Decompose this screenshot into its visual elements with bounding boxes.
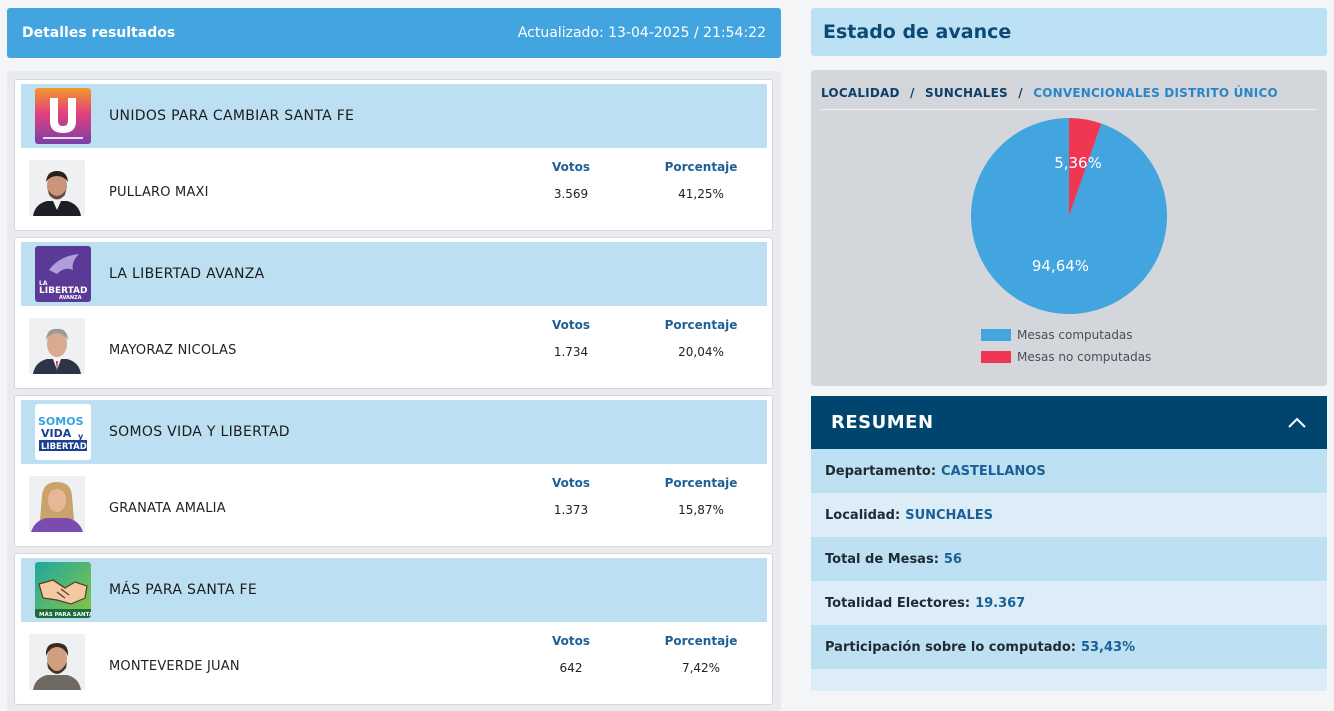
resumen-row-departamento: Departamento: CASTELLANOS: [811, 449, 1327, 493]
party-card: SOMOS VIDA y LIBERTAD SOMOS VIDA Y LIBER…: [14, 395, 773, 547]
candidate-row: PULLARO MAXI Votos Porcentaje 3.569 41,2…: [21, 152, 767, 228]
resumen-row-total-mesas: Total de Mesas: 56: [811, 537, 1327, 581]
legend-item-computadas: Mesas computadas: [981, 324, 1151, 346]
party-logo: SOMOS VIDA y LIBERTAD: [35, 404, 91, 460]
resumen-label: Participación sobre lo computado:: [825, 639, 1076, 655]
votos-value: 642: [559, 661, 583, 675]
breadcrumb-separator: /: [910, 86, 915, 100]
porcentaje-value: 15,87%: [678, 503, 724, 517]
resumen-label: Departamento:: [825, 463, 937, 479]
svg-text:y: y: [78, 432, 84, 441]
breadcrumb-current[interactable]: CONVENCIONALES DISTRITO ÚNICO: [1033, 86, 1278, 100]
candidate-name: MONTEVERDE JUAN: [109, 659, 240, 674]
party-logo: LA LIBERTAD AVANZA: [35, 246, 91, 302]
breadcrumb-separator: /: [1018, 86, 1023, 100]
pie-label-no-computadas: 5,36%: [1054, 154, 1102, 172]
resumen-value: SUNCHALES: [905, 507, 994, 523]
party-logo: MÁS PARA SANTA FE: [35, 562, 91, 618]
resumen-label: Localidad:: [825, 507, 901, 523]
resumen-row-empty: [811, 669, 1327, 691]
resumen-label: Totalidad Electores:: [825, 595, 971, 611]
results-list[interactable]: UNIDOS PARA CAMBIAR SANTA FE PULLARO MAX…: [7, 71, 781, 711]
candidate-photo: [29, 160, 85, 216]
pie-label-computadas: 94,64%: [1032, 257, 1089, 275]
party-name: MÁS PARA SANTA FE: [109, 582, 257, 598]
status-section: Estado de avance LOCALIDAD / SUNCHALES /…: [811, 8, 1327, 702]
votos-value: 3.569: [553, 187, 589, 201]
resumen-label: Total de Mesas:: [825, 551, 939, 567]
legend-swatch-computadas: [981, 329, 1011, 341]
svg-text:MÁS PARA SANTA FE: MÁS PARA SANTA FE: [39, 611, 91, 618]
results-title: Detalles resultados: [22, 25, 176, 41]
resumen-value: 53,43%: [1080, 639, 1136, 655]
porcentaje-label: Porcentaje: [664, 318, 738, 332]
party-logo: [35, 88, 91, 144]
candidate-row: MAYORAZ NICOLAS Votos Porcentaje 1.734 2…: [21, 310, 767, 386]
votos-label: Votos: [552, 634, 590, 648]
party-header: SOMOS VIDA y LIBERTAD SOMOS VIDA Y LIBER…: [21, 400, 767, 464]
unidos-logo-icon: [43, 98, 83, 139]
votos-label: Votos: [552, 160, 590, 174]
legend-swatch-no-computadas: [981, 351, 1011, 363]
resumen-value: 56: [943, 551, 962, 567]
candidate-row: GRANATA AMALIA Votos Porcentaje 1.373 15…: [21, 468, 767, 544]
updated-timestamp: Actualizado: 13-04-2025 / 21:54:22: [517, 25, 766, 41]
party-card: UNIDOS PARA CAMBIAR SANTA FE PULLARO MAX…: [14, 79, 773, 231]
results-header: Detalles resultados Actualizado: 13-04-2…: [7, 8, 781, 58]
resumen-value: 19.367: [975, 595, 1026, 611]
resumen-row-participacion: Participación sobre lo computado: 53,43%: [811, 625, 1327, 669]
resumen-row-electores: Totalidad Electores: 19.367: [811, 581, 1327, 625]
porcentaje-value: 20,04%: [678, 345, 724, 359]
votos-label: Votos: [552, 318, 590, 332]
porcentaje-value: 7,42%: [681, 661, 721, 675]
resumen-value: CASTELLANOS: [941, 463, 1046, 479]
svg-text:AVANZA: AVANZA: [59, 295, 82, 301]
candidate-row: MONTEVERDE JUAN Votos Porcentaje 642 7,4…: [21, 626, 767, 702]
porcentaje-label: Porcentaje: [664, 160, 738, 174]
party-card: MÁS PARA SANTA FE MÁS PARA SANTA FE MONT…: [14, 553, 773, 705]
legend-item-no-computadas: Mesas no computadas: [981, 346, 1151, 368]
somos-vida-logo-icon: SOMOS VIDA y LIBERTAD: [38, 415, 87, 452]
porcentaje-label: Porcentaje: [664, 634, 738, 648]
candidate-photo: [29, 634, 85, 690]
chart-legend: Mesas computadas Mesas no computadas: [981, 324, 1151, 368]
party-card: LA LIBERTAD AVANZA LA LIBERTAD AVANZA MA…: [14, 237, 773, 389]
votos-label: Votos: [552, 476, 590, 490]
svg-text:LIBERTAD: LIBERTAD: [41, 442, 87, 452]
pie-chart: 94,64% 5,36%: [971, 118, 1167, 314]
candidate-name: GRANATA AMALIA: [109, 501, 226, 516]
votos-value: 1.373: [553, 503, 589, 517]
porcentaje-value: 41,25%: [678, 187, 724, 201]
handshake-logo-icon: MÁS PARA SANTA FE: [35, 579, 91, 618]
candidate-name: PULLARO MAXI: [109, 185, 209, 200]
party-header: MÁS PARA SANTA FE MÁS PARA SANTA FE: [21, 558, 767, 622]
resumen-row-localidad: Localidad: SUNCHALES: [811, 493, 1327, 537]
party-name: UNIDOS PARA CAMBIAR SANTA FE: [109, 108, 355, 124]
estado-title: Estado de avance: [811, 8, 1327, 56]
breadcrumb-localidad[interactable]: LOCALIDAD: [821, 86, 900, 100]
estado-panel: LOCALIDAD / SUNCHALES / CONVENCIONALES D…: [811, 70, 1327, 386]
party-header: UNIDOS PARA CAMBIAR SANTA FE: [21, 84, 767, 148]
votos-value: 1.734: [553, 345, 589, 359]
party-header: LA LIBERTAD AVANZA LA LIBERTAD AVANZA: [21, 242, 767, 306]
party-name: LA LIBERTAD AVANZA: [109, 266, 265, 282]
candidate-photo: [29, 476, 85, 532]
breadcrumb: LOCALIDAD / SUNCHALES / CONVENCIONALES D…: [821, 86, 1317, 110]
results-section: Detalles resultados Actualizado: 13-04-2…: [7, 8, 781, 711]
party-name: SOMOS VIDA Y LIBERTAD: [109, 424, 290, 440]
resumen-header[interactable]: RESUMEN: [811, 396, 1327, 449]
porcentaje-label: Porcentaje: [664, 476, 738, 490]
resumen-title: RESUMEN: [831, 412, 934, 433]
svg-text:VIDA: VIDA: [41, 427, 72, 440]
breadcrumb-sunchales[interactable]: SUNCHALES: [925, 86, 1008, 100]
candidate-photo: [29, 318, 85, 374]
legend-label-computadas: Mesas computadas: [1017, 328, 1133, 342]
candidate-name: MAYORAZ NICOLAS: [109, 343, 237, 358]
libertad-avanza-logo-icon: LA LIBERTAD AVANZA: [39, 254, 88, 301]
chevron-up-icon[interactable]: [1287, 417, 1307, 429]
legend-label-no-computadas: Mesas no computadas: [1017, 350, 1152, 364]
